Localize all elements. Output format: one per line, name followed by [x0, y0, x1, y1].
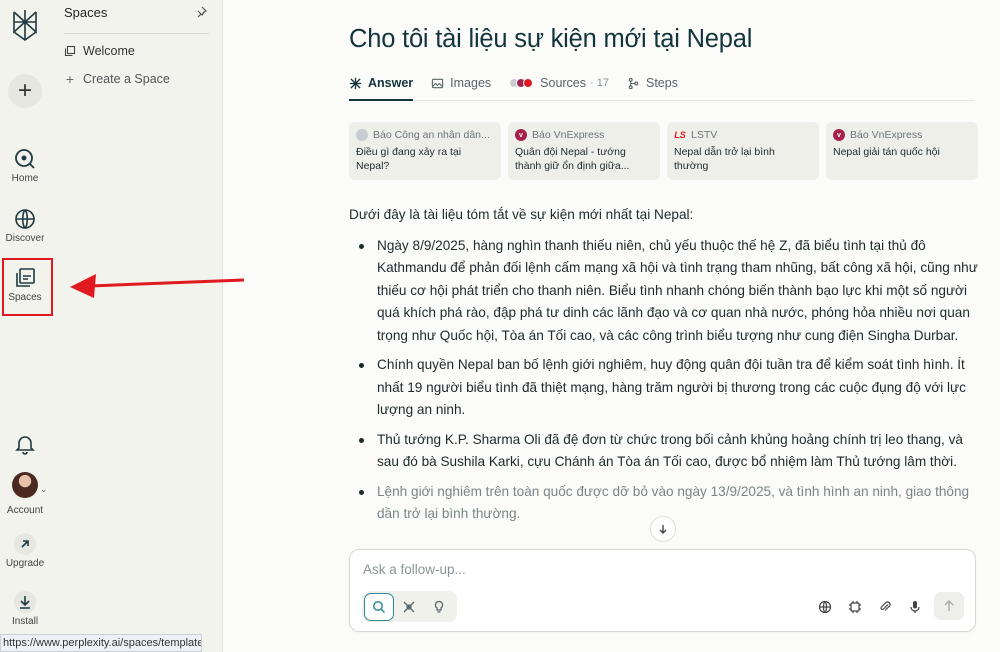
microphone-icon	[910, 601, 920, 613]
globe-icon	[15, 209, 35, 229]
arrow-down-icon	[659, 525, 667, 534]
source-name: Báo Công an nhân dân...	[373, 129, 490, 141]
source-cards: Báo Công an nhân dân... Điều gì đang xảy…	[349, 122, 978, 180]
rail-home-label: Home	[11, 173, 39, 184]
red-arrow-annotation	[70, 274, 245, 298]
answer-body: Dưới đây là tài liệu tóm tắt về sự kiện …	[349, 204, 979, 533]
rail-item-discover[interactable]: Discover	[0, 207, 50, 244]
rail-discover-label: Discover	[5, 233, 45, 244]
perplexity-logo-icon[interactable]	[10, 8, 40, 42]
tab-steps-label: Steps	[645, 76, 678, 90]
source-name: Báo VnExpress	[532, 129, 605, 141]
globe-icon	[818, 600, 832, 614]
search-mode-toggle	[362, 591, 457, 622]
list-item: Thủ tướng K.P. Sharma Oli đã đệ đơn từ c…	[349, 429, 979, 474]
tab-answer-label: Answer	[368, 76, 414, 90]
research-icon	[403, 601, 415, 612]
source-logos-icon	[509, 78, 534, 88]
divider	[349, 100, 975, 101]
spaces-panel: Spaces Welcome + Create a Space	[50, 0, 223, 652]
bell-icon	[15, 436, 35, 455]
page-title: Cho tôi tài liệu sự kiện mới tại Nepal	[349, 25, 753, 53]
composer-tools	[810, 594, 930, 620]
composer	[349, 549, 976, 632]
plus-icon: +	[65, 71, 75, 87]
status-bar-url: https://www.perplexity.ai/spaces/templat…	[0, 634, 202, 652]
image-icon	[431, 78, 444, 88]
rail-upgrade-label: Upgrade	[5, 558, 45, 569]
model-select-button[interactable]	[840, 594, 870, 620]
home-search-icon	[15, 149, 35, 169]
follow-up-input[interactable]	[363, 562, 953, 577]
rail-item-upgrade[interactable]: Upgrade	[0, 532, 50, 569]
source-favicon-icon	[356, 129, 368, 141]
icon-rail: + Home Discover Spaces Account ⌄ Upgrade…	[0, 0, 50, 652]
sources-count: · 17	[590, 77, 609, 89]
arrow-up-icon	[944, 600, 954, 611]
space-item-welcome[interactable]: Welcome	[64, 44, 135, 58]
source-card[interactable]: LS LSTV Nepal dẫn trở lại bình thường	[667, 122, 819, 180]
pin-icon[interactable]	[195, 6, 207, 18]
chip-icon	[849, 601, 861, 613]
lightbulb-icon	[434, 600, 444, 613]
answer-icon	[349, 77, 362, 89]
highlight-box	[2, 258, 53, 316]
chevron-down-icon[interactable]: ⌄	[40, 484, 48, 495]
steps-icon	[628, 77, 639, 89]
source-card[interactable]: v Báo VnExpress Quân đội Nepal - tướng th…	[508, 122, 660, 180]
mode-labs-button[interactable]	[424, 593, 454, 621]
source-name: LSTV	[691, 129, 718, 141]
scroll-down-button[interactable]	[650, 516, 676, 542]
avatar	[12, 472, 38, 498]
active-tab-indicator	[349, 99, 413, 101]
voice-input-button[interactable]	[900, 594, 930, 620]
create-space-label: Create a Space	[83, 72, 170, 86]
rail-account-label: Account	[6, 505, 44, 516]
tab-steps[interactable]: Steps	[627, 76, 678, 90]
space-icon	[64, 45, 76, 57]
mode-search-button[interactable]	[364, 592, 394, 621]
source-card[interactable]: v Báo VnExpress Nepal giải tán quốc hội	[826, 122, 978, 180]
download-icon	[14, 591, 36, 613]
source-card[interactable]: Báo Công an nhân dân... Điều gì đang xảy…	[349, 122, 501, 180]
tab-images[interactable]: Images	[431, 76, 491, 90]
create-space-button[interactable]: + Create a Space	[64, 71, 170, 87]
source-title: Quân đội Nepal - tướng thành giữ ổn định…	[515, 146, 630, 172]
source-title: Nepal dẫn trở lại bình thường	[674, 146, 775, 172]
source-favicon-icon: v	[515, 129, 527, 141]
space-item-label: Welcome	[83, 44, 135, 58]
source-favicon-icon: v	[833, 129, 845, 141]
source-title: Điều gì đang xảy ra tại Nepal?	[356, 146, 462, 172]
tab-images-label: Images	[450, 76, 492, 90]
sources-globe-button[interactable]	[810, 594, 840, 620]
list-item: Ngày 8/9/2025, hàng nghìn thanh thiếu ni…	[349, 235, 979, 348]
paperclip-icon	[880, 601, 891, 611]
thread-tabs: Answer Images Sources · 17 Steps	[349, 72, 696, 94]
send-button[interactable]	[934, 592, 964, 620]
source-favicon-icon: LS	[674, 130, 686, 140]
rail-item-install[interactable]: Install	[0, 590, 50, 627]
source-title: Nepal giải tán quốc hội	[833, 146, 940, 158]
list-item: Chính quyền Nepal ban bố lệnh giới nghiê…	[349, 354, 979, 422]
rail-item-home[interactable]: Home	[0, 147, 50, 184]
source-name: Báo VnExpress	[850, 129, 923, 141]
notifications-button[interactable]	[0, 432, 50, 456]
attach-button[interactable]	[870, 594, 900, 620]
tab-sources-label: Sources	[540, 76, 587, 90]
new-thread-button[interactable]: +	[8, 74, 42, 108]
divider	[64, 33, 209, 34]
upgrade-arrow-icon	[14, 533, 36, 555]
search-icon	[373, 600, 386, 613]
mode-research-button[interactable]	[394, 593, 424, 621]
tab-sources[interactable]: Sources · 17	[509, 76, 609, 90]
answer-list: Ngày 8/9/2025, hàng nghìn thanh thiếu ni…	[349, 235, 979, 526]
tab-answer[interactable]: Answer	[349, 76, 413, 90]
spaces-panel-title: Spaces	[64, 5, 108, 20]
answer-intro: Dưới đây là tài liệu tóm tắt về sự kiện …	[349, 207, 694, 222]
rail-install-label: Install	[11, 616, 39, 627]
